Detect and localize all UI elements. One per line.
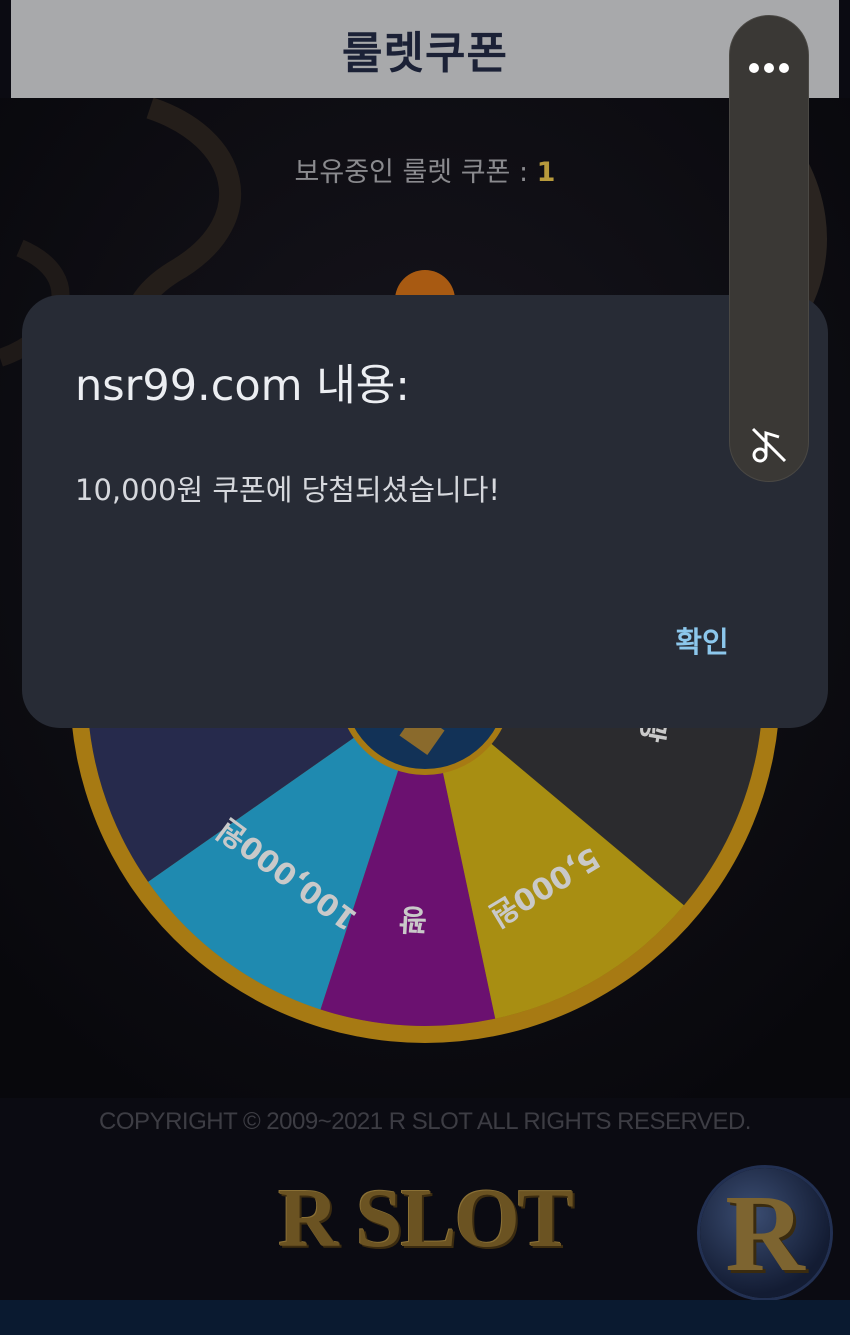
dialog-message: 10,000원 쿠폰에 당첨되셨습니다! <box>75 473 501 507</box>
alert-dialog: nsr99.com 내용: 10,000원 쿠폰에 당첨되셨습니다! 확인 <box>22 295 828 728</box>
confirm-button[interactable]: 확인 <box>652 617 752 663</box>
floating-side-panel[interactable] <box>730 16 808 481</box>
r-badge-letter: R <box>725 1172 805 1294</box>
r-badge-button[interactable]: R <box>700 1168 830 1298</box>
mute-music-icon[interactable] <box>749 425 789 465</box>
dialog-title: nsr99.com 내용: <box>75 361 410 411</box>
roulette-page: 룰렛쿠폰 보유중인 룰렛 쿠폰 : 1 꽝100,000원꽝5,000원꽝 CO… <box>0 0 850 1335</box>
wheel-segment-label: 꽝 <box>398 900 427 936</box>
copyright-text: COPYRIGHT © 2009~2021 R SLOT ALL RIGHTS … <box>99 1108 751 1135</box>
bottom-nav-bar <box>0 1300 850 1335</box>
more-horizontal-icon[interactable] <box>748 60 790 76</box>
